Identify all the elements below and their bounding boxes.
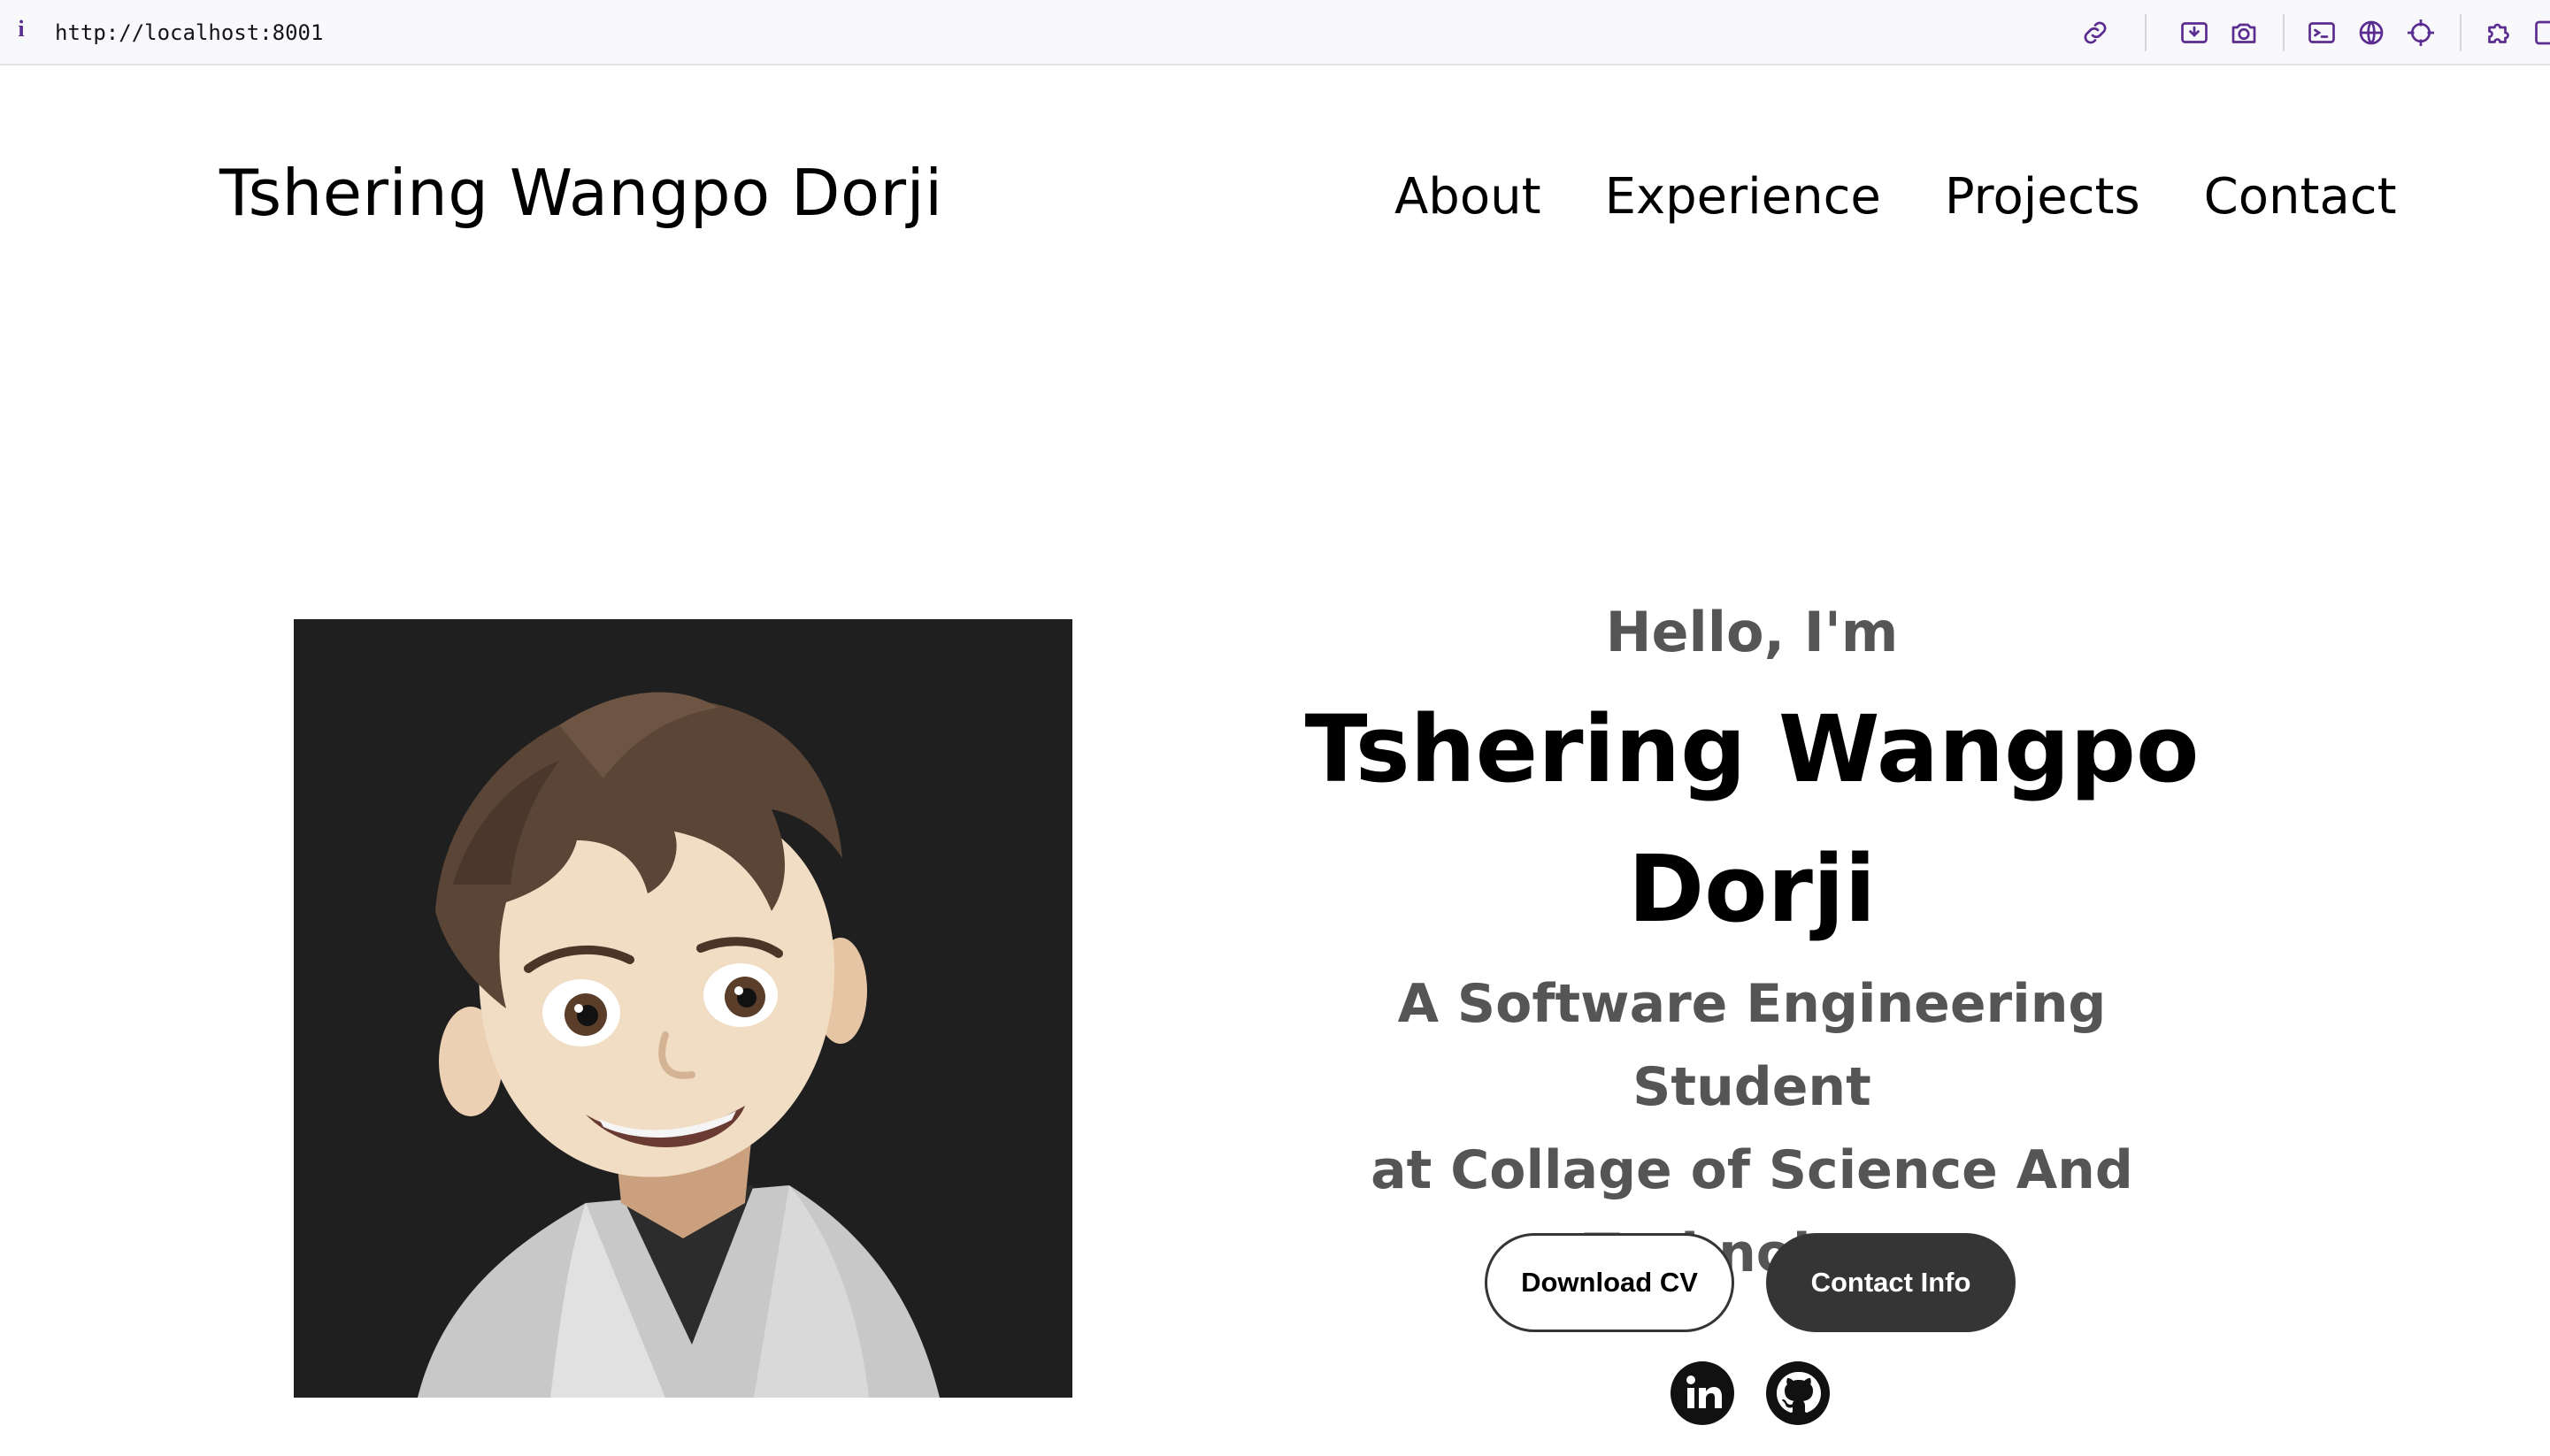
hero-subtitle-line: A Software Engineering Student	[1397, 973, 2107, 1118]
screenshot-area-icon[interactable]	[2178, 17, 2210, 49]
github-icon[interactable]	[1766, 1361, 1830, 1425]
main-nav: About Experience Projects Contact	[1394, 168, 2397, 226]
toolbar-separator	[2145, 14, 2147, 51]
terminal-icon[interactable]	[2306, 17, 2338, 49]
url-bar[interactable]: http://localhost:8001	[55, 18, 323, 48]
nav-contact[interactable]: Contact	[2204, 168, 2397, 226]
globe-icon[interactable]	[2355, 17, 2387, 49]
hero-greeting: Hello, I'm	[1605, 600, 1899, 664]
extensions-icon[interactable]	[2483, 17, 2515, 49]
social-links	[1671, 1361, 1830, 1425]
crosshair-icon[interactable]	[2405, 17, 2437, 49]
contact-info-button[interactable]: Contact Info	[1766, 1233, 2016, 1332]
browser-toolbar: i http://localhost:8001	[0, 0, 2550, 65]
profile-picture	[294, 619, 1072, 1398]
toolbar-separator	[2460, 14, 2462, 51]
hero-section: Hello, I'm Tshering Wangpo Dorji A Softw…	[1274, 593, 2230, 1295]
hero-subtitle-line: at Collage of Science And	[1371, 1139, 2133, 1201]
nav-about[interactable]: About	[1394, 168, 1541, 226]
toolbar-separator	[2283, 14, 2285, 51]
site-info-icon[interactable]: i	[12, 16, 30, 46]
hero-name-line: Dorji	[1627, 835, 1877, 943]
nav-projects[interactable]: Projects	[1945, 168, 2140, 226]
linkedin-icon[interactable]	[1671, 1361, 1734, 1425]
download-cv-button[interactable]: Download CV	[1485, 1233, 1734, 1332]
hero-name: Tshering Wangpo Dorji	[1274, 679, 2230, 959]
camera-icon[interactable]	[2228, 17, 2260, 49]
link-icon[interactable]	[2079, 17, 2111, 49]
site-logo[interactable]: Tshering Wangpo Dorji	[219, 156, 943, 230]
hero-buttons: Download CV Contact Info	[1485, 1233, 2016, 1332]
nav-experience[interactable]: Experience	[1605, 168, 1881, 226]
sidebar-toggle-icon[interactable]	[2532, 17, 2550, 49]
hero-name-line: Tshering Wangpo	[1304, 695, 2200, 803]
